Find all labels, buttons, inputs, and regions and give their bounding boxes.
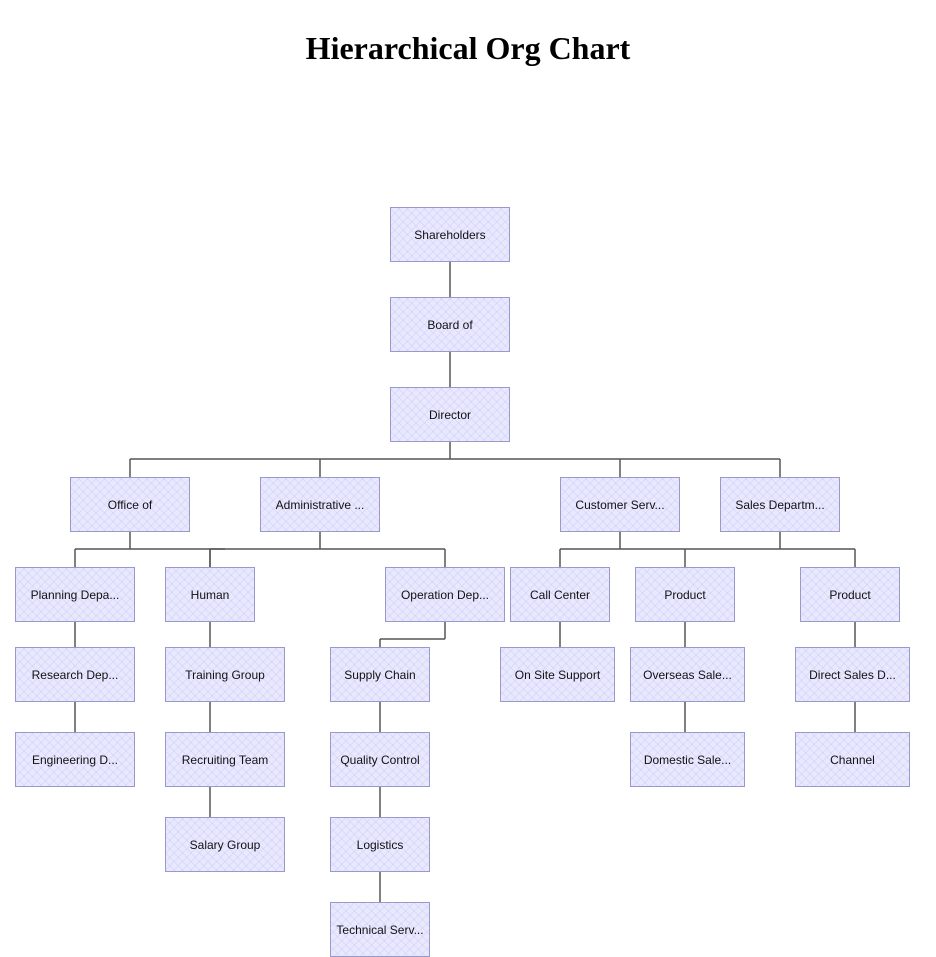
org-node-human[interactable]: Human — [165, 567, 255, 622]
org-node-recruiting[interactable]: Recruiting Team — [165, 732, 285, 787]
org-node-board[interactable]: Board of — [390, 297, 510, 352]
org-node-operation[interactable]: Operation Dep... — [385, 567, 505, 622]
org-node-planning[interactable]: Planning Depa... — [15, 567, 135, 622]
org-node-research[interactable]: Research Dep... — [15, 647, 135, 702]
org-node-director[interactable]: Director — [390, 387, 510, 442]
org-node-office[interactable]: Office of — [70, 477, 190, 532]
org-node-shareholders[interactable]: Shareholders — [390, 207, 510, 262]
org-node-salary[interactable]: Salary Group — [165, 817, 285, 872]
org-node-engineering[interactable]: Engineering D... — [15, 732, 135, 787]
org-node-directsales[interactable]: Direct Sales D... — [795, 647, 910, 702]
org-node-logistics[interactable]: Logistics — [330, 817, 430, 872]
org-node-overseassale[interactable]: Overseas Sale... — [630, 647, 745, 702]
org-node-technical[interactable]: Technical Serv... — [330, 902, 430, 957]
org-node-quality[interactable]: Quality Control — [330, 732, 430, 787]
org-node-callcenter[interactable]: Call Center — [510, 567, 610, 622]
org-node-sales[interactable]: Sales Departm... — [720, 477, 840, 532]
org-node-customer[interactable]: Customer Serv... — [560, 477, 680, 532]
org-node-domesticsale[interactable]: Domestic Sale... — [630, 732, 745, 787]
org-node-onsitesupport[interactable]: On Site Support — [500, 647, 615, 702]
org-node-channel[interactable]: Channel — [795, 732, 910, 787]
org-node-product1[interactable]: Product — [635, 567, 735, 622]
org-node-supplychain[interactable]: Supply Chain — [330, 647, 430, 702]
org-node-admin[interactable]: Administrative ... — [260, 477, 380, 532]
org-node-product2[interactable]: Product — [800, 567, 900, 622]
org-chart: Shareholders Board of Director Office of Adm… — [0, 87, 936, 947]
page-title: Hierarchical Org Chart — [0, 0, 936, 87]
org-node-training[interactable]: Training Group — [165, 647, 285, 702]
